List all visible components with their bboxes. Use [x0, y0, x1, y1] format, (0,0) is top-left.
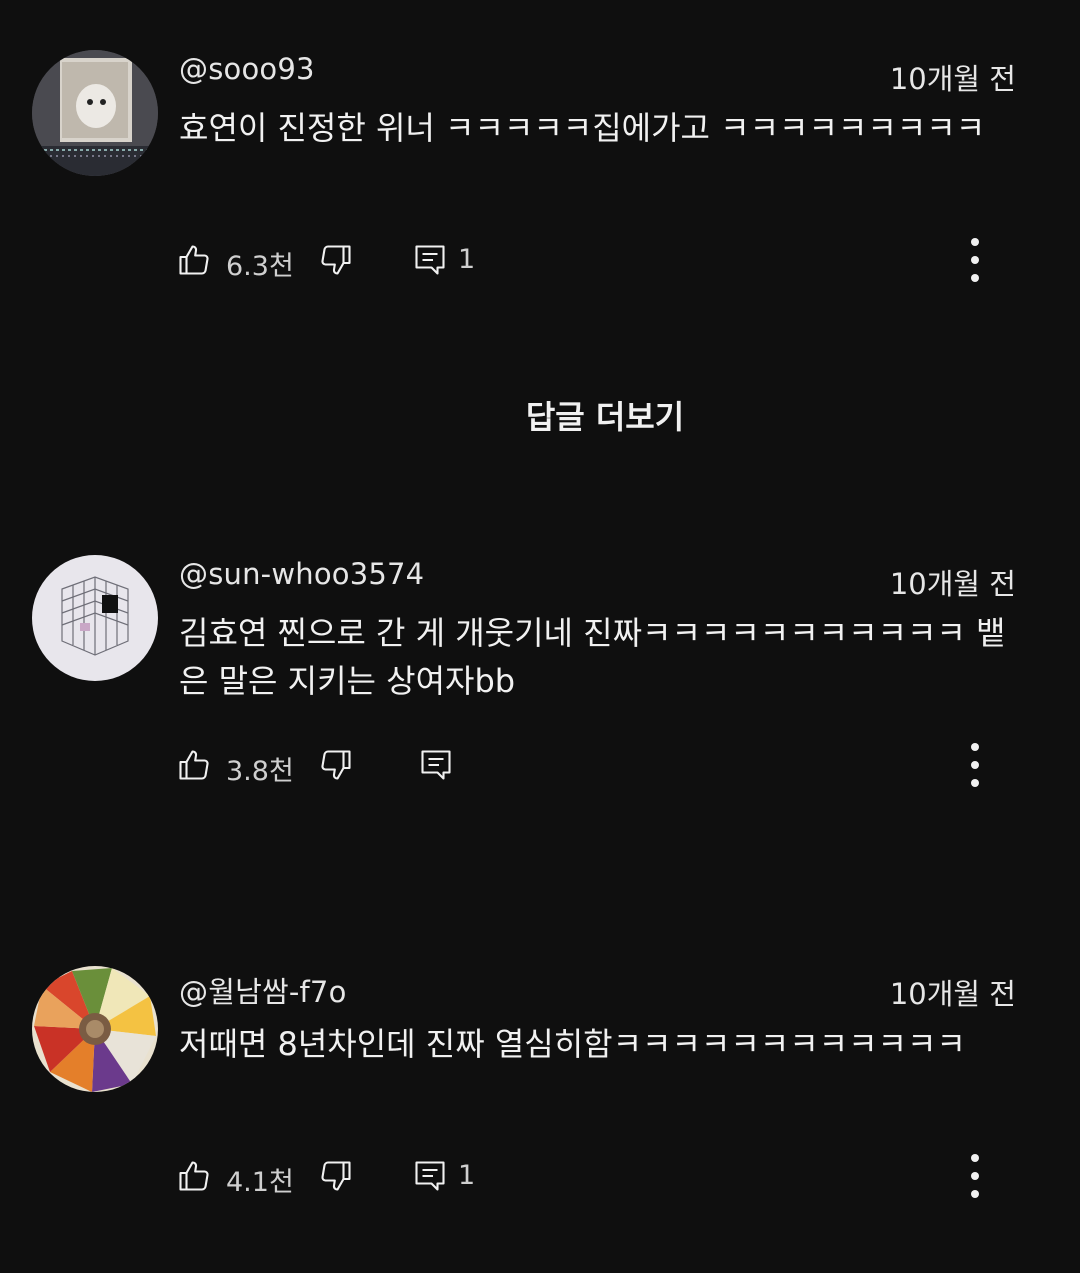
thumbs-down-icon[interactable] [318, 242, 354, 278]
like-count: 4.1천 [226, 1167, 294, 1198]
comment-timestamp: 10개월 전 [889, 62, 1016, 96]
thumbs-up-icon[interactable] [176, 242, 212, 278]
comment-actions: 6.3천 1 [176, 238, 1016, 286]
comment-text: 김효연 찐으로 간 게 개웃기네 진짜ㅋㅋㅋㅋㅋㅋㅋㅋㅋㅋㅋ 뱉은 말은 지키는… [179, 614, 1006, 700]
comment-timestamp: 10개월 전 [889, 567, 1016, 601]
view-more-replies-link[interactable]: 답글 더보기 [0, 392, 1080, 438]
avatar[interactable] [32, 555, 158, 681]
thumbs-down-icon[interactable] [318, 747, 354, 783]
comment-text: 저때면 8년차인데 진짜 열심히함ㅋㅋㅋㅋㅋㅋㅋㅋㅋㅋㅋㅋ [179, 1025, 966, 1063]
reply-count: 1 [458, 244, 476, 275]
comment-actions: 3.8천 [176, 743, 1016, 791]
comment-timestamp: 10개월 전 [889, 977, 1016, 1011]
avatar-image [32, 50, 158, 176]
avatar[interactable] [32, 50, 158, 176]
thumbs-up-icon[interactable] [176, 1158, 212, 1194]
comment-icon[interactable] [412, 242, 448, 278]
avatar[interactable] [32, 966, 158, 1092]
thumbs-down-icon[interactable] [318, 1158, 354, 1194]
more-vert-icon[interactable] [965, 1154, 985, 1202]
comment-author[interactable]: @월남쌈-f7o [179, 969, 347, 1011]
more-vert-icon[interactable] [965, 743, 985, 791]
comment-icon[interactable] [412, 1158, 448, 1194]
comment-icon[interactable] [418, 747, 454, 783]
comment-text: 효연이 진정한 위너 ㅋㅋㅋㅋㅋ집에가고 ㅋㅋㅋㅋㅋㅋㅋㅋㅋ [179, 109, 986, 147]
like-count: 3.8천 [226, 756, 294, 787]
comment-author[interactable]: @sun-whoo3574 [179, 557, 424, 591]
like-count: 6.3천 [226, 251, 294, 282]
reply-count: 1 [458, 1160, 476, 1191]
thumbs-up-icon[interactable] [176, 747, 212, 783]
more-vert-icon[interactable] [965, 238, 985, 286]
avatar-image [32, 555, 158, 681]
comment-actions: 4.1천 1 [176, 1154, 1016, 1202]
avatar-image [32, 966, 158, 1092]
comment-author[interactable]: @sooo93 [179, 52, 315, 86]
